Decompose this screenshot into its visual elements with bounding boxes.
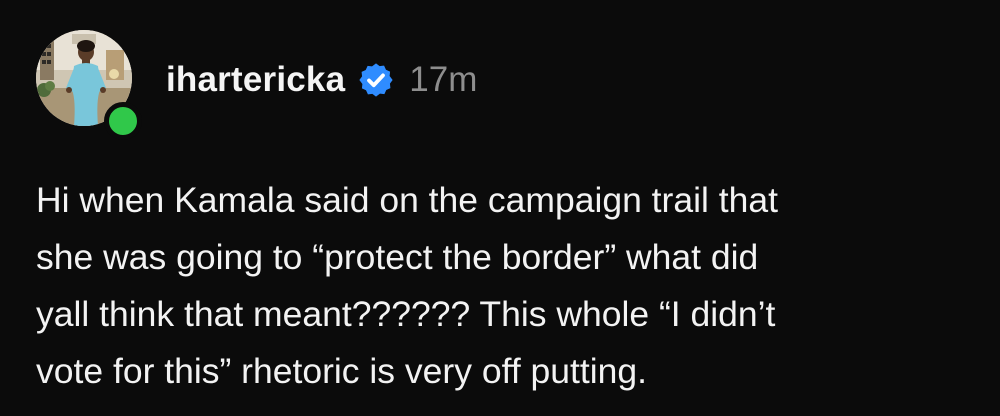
- post-header: ihartericka 17m: [166, 58, 477, 102]
- online-status-dot: [104, 102, 142, 140]
- post-text-line: she was going to “protect the border” wh…: [36, 237, 759, 277]
- post-card: ihartericka 17m Hi when Kamala said on t…: [0, 0, 1000, 416]
- avatar-container[interactable]: [36, 30, 142, 140]
- post-text: Hi when Kamala said on the campaign trai…: [36, 172, 976, 400]
- username-link[interactable]: ihartericka: [166, 60, 345, 100]
- post-timestamp: 17m: [409, 60, 478, 99]
- post-text-line: Hi when Kamala said on the campaign trai…: [36, 180, 778, 220]
- post-text-line: yall think that meant?????? This whole “…: [36, 294, 776, 334]
- verified-badge-icon: [357, 61, 395, 99]
- post-text-line: vote for this” rhetoric is very off putt…: [36, 351, 647, 391]
